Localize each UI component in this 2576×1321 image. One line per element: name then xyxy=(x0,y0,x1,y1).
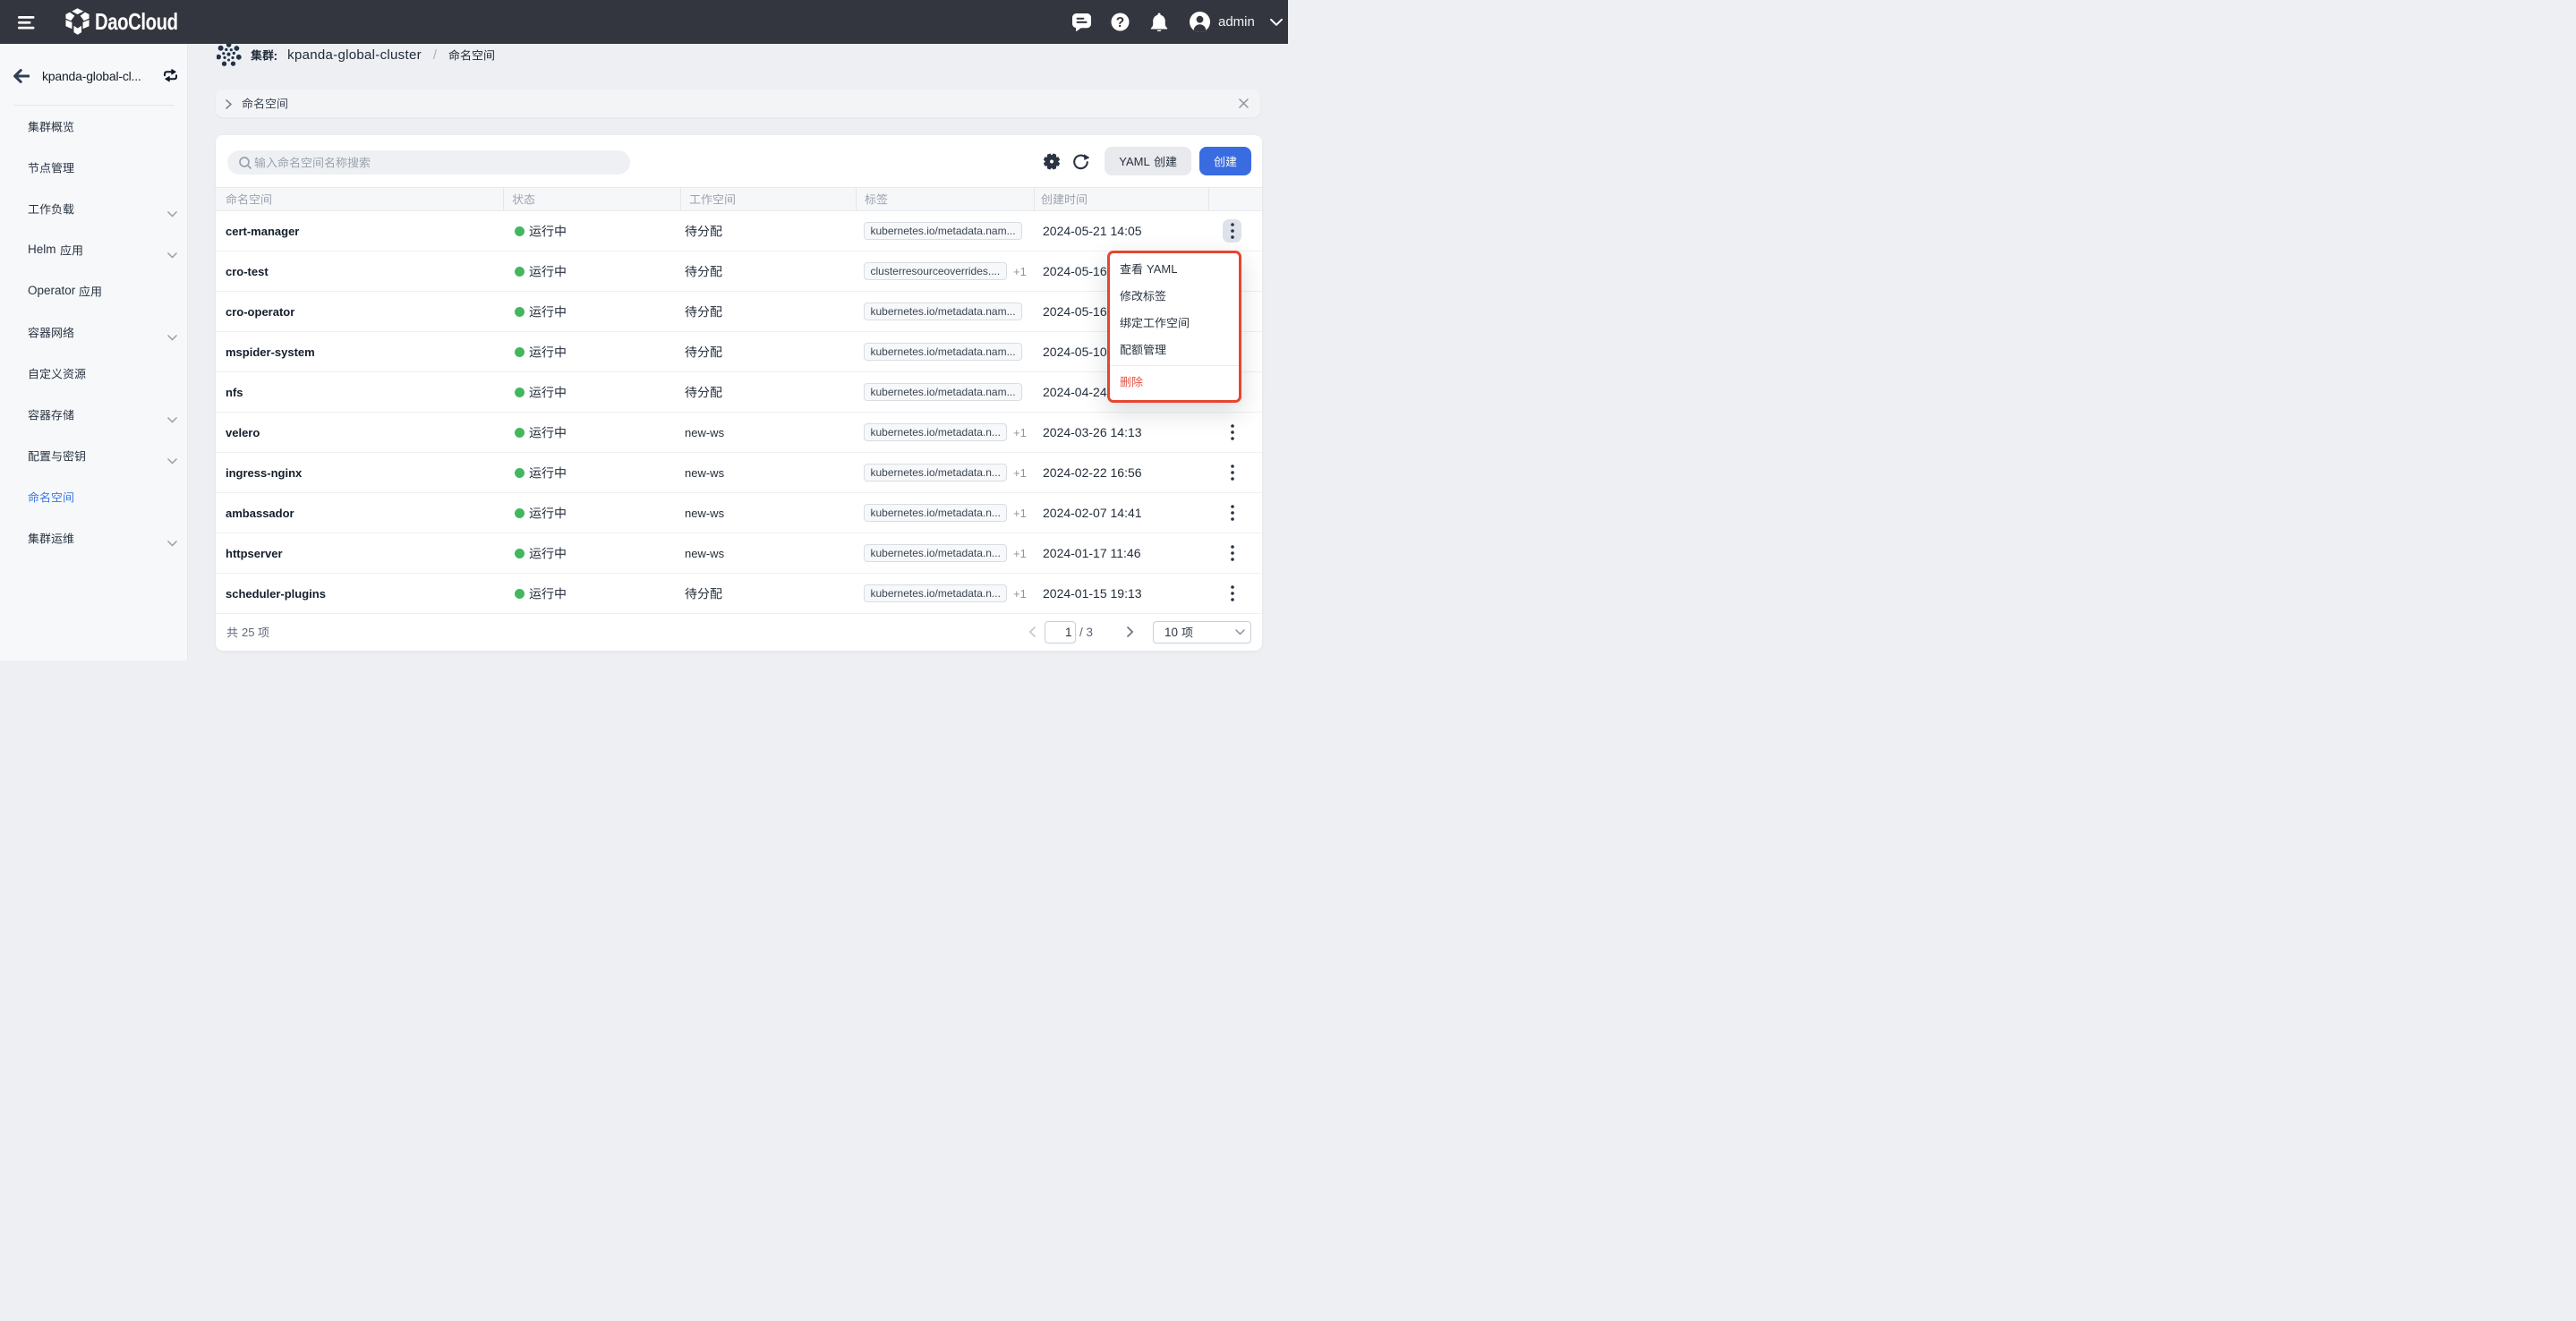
svg-text:?: ? xyxy=(1116,15,1124,30)
